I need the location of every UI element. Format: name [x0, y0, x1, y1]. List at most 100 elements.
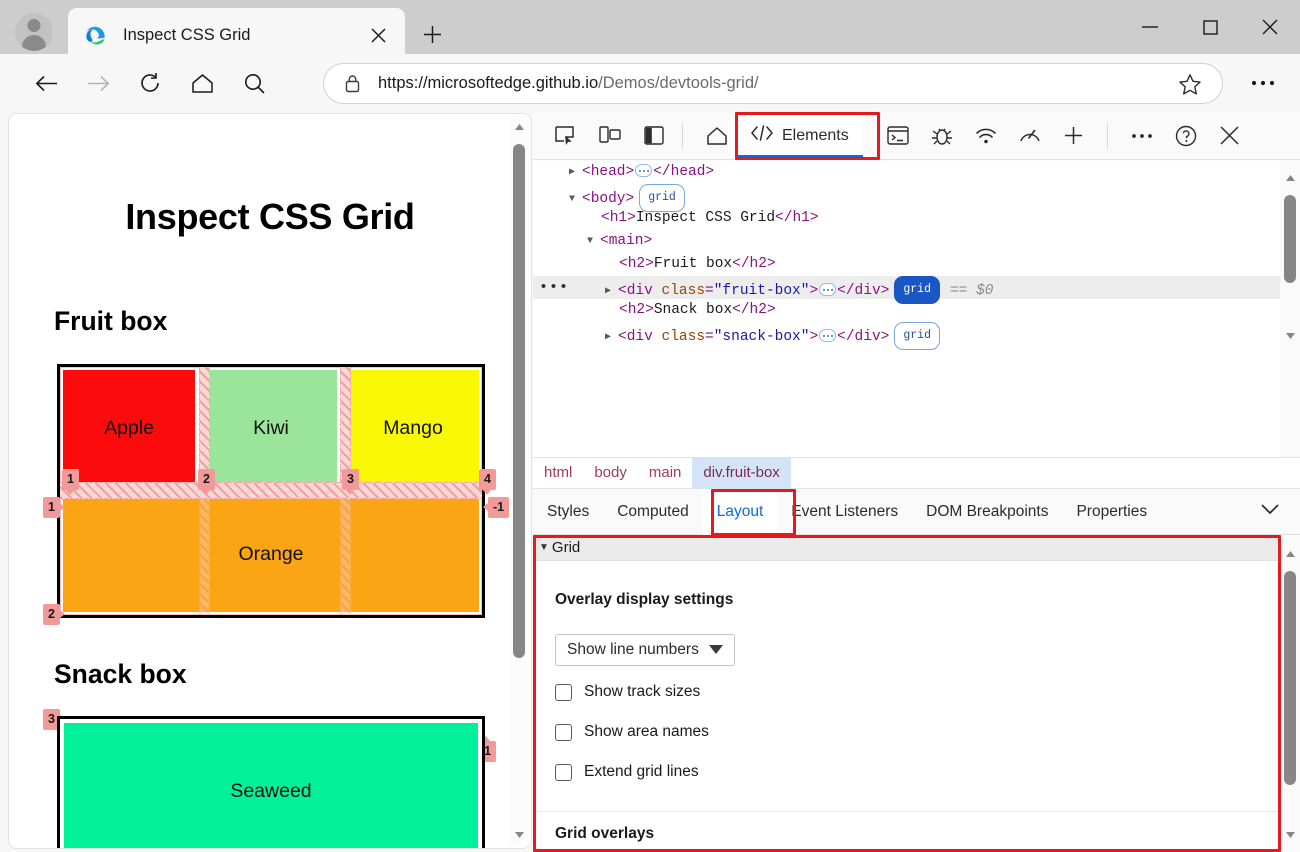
checkbox-show-area-names[interactable]	[555, 723, 572, 741]
new-tab-button[interactable]	[415, 17, 449, 51]
ellipsis-badge-icon[interactable]	[819, 329, 837, 342]
close-icon[interactable]	[1240, 0, 1300, 54]
dock-side-icon[interactable]	[635, 117, 673, 155]
add-tool-icon[interactable]	[1055, 117, 1093, 155]
fruit-box-heading: Fruit box	[54, 306, 168, 336]
lock-icon	[344, 74, 364, 94]
dom-row-div-snack-box[interactable]: ▶ <div class="snack-box"> </div> grid	[533, 322, 1300, 350]
dom-row-main[interactable]: ▼ <main>	[533, 230, 1300, 253]
ellipsis-badge-icon[interactable]	[819, 283, 837, 296]
dom-tag-h1-close: </h1>	[775, 210, 819, 226]
debugger-icon[interactable]	[923, 117, 961, 155]
dom-tag-div-close-2: </div>	[837, 329, 890, 345]
checkbox-row-show-track-sizes[interactable]: Show track sizes	[555, 683, 700, 701]
line-label-dropdown[interactable]: Show line numbers	[555, 634, 735, 666]
checkbox-show-track-sizes[interactable]	[555, 683, 572, 701]
page-title: Inspect CSS Grid	[125, 196, 415, 237]
dom-tag-body-open: <body>	[582, 191, 635, 207]
grid-line-number-row-2: 2	[43, 604, 65, 625]
maximize-icon[interactable]	[1180, 0, 1240, 54]
tab-layout[interactable]: Layout	[702, 488, 778, 535]
help-icon[interactable]	[1167, 117, 1205, 155]
grid-panel-scrollbar[interactable]	[1280, 535, 1300, 852]
checkbox-extend-grid-lines[interactable]	[555, 763, 572, 781]
devtools-panel: Elements ▶ <head> </head> ▼ <body> grid …	[533, 112, 1300, 852]
dom-row-div-fruit-box[interactable]: ••• ▶ <div class="fruit-box"> </div> grid == …	[533, 276, 1300, 304]
tab-dom-breakpoints[interactable]: DOM Breakpoints	[912, 489, 1062, 535]
scroll-up-arrow-icon[interactable]	[509, 116, 529, 138]
breadcrumb-item-html[interactable]: html	[533, 457, 583, 489]
dom-row-body[interactable]: ▼ <body> grid	[533, 184, 1300, 212]
dom-row-h1[interactable]: <h1>Inspect CSS Grid</h1>	[533, 207, 1300, 230]
chevron-right-icon[interactable]: ▶	[605, 326, 618, 349]
avatar	[15, 13, 53, 51]
scroll-down-arrow-icon[interactable]	[1280, 824, 1300, 846]
page-scrollbar[interactable]	[509, 116, 529, 846]
grid-panel-scrollbar-thumb[interactable]	[1284, 571, 1296, 785]
chevron-down-icon[interactable]: ▼	[539, 542, 549, 553]
dom-tree-scrollbar[interactable]	[1280, 161, 1300, 457]
star-icon[interactable]	[1178, 73, 1202, 97]
profile-button[interactable]	[12, 10, 56, 54]
grid-cell-kiwi: Kiwi	[205, 370, 337, 486]
dom-tree-scrollbar-thumb[interactable]	[1284, 195, 1296, 283]
content-area: Inspect CSS Grid Fruit box Apple Kiwi Ma…	[0, 112, 1300, 852]
dom-tag-h2b-open: <h2>	[619, 302, 654, 318]
minimize-icon[interactable]	[1120, 0, 1180, 54]
more-tools-icon[interactable]	[1123, 117, 1161, 155]
dom-tree[interactable]: ▶ <head> </head> ▼ <body> grid <h1>Inspect C…	[533, 161, 1300, 457]
address-bar[interactable]: https://microsoftedge.github.io/Demos/de…	[323, 63, 1223, 104]
tab-styles[interactable]: Styles	[533, 489, 603, 535]
close-devtools-icon[interactable]	[1211, 117, 1249, 155]
network-icon[interactable]	[967, 117, 1005, 155]
grid-cell-orange: Orange	[63, 496, 479, 612]
page-scrollbar-thumb[interactable]	[513, 144, 525, 658]
selected-node-ref: == $0	[949, 283, 994, 299]
scroll-down-arrow-icon[interactable]	[1280, 325, 1300, 347]
browser-more-icon[interactable]	[1244, 71, 1282, 95]
home-icon[interactable]	[182, 63, 222, 103]
grid-line-number-col-4: 4	[479, 469, 496, 494]
tab-computed[interactable]: Computed	[603, 489, 703, 535]
chevron-right-icon[interactable]: ▶	[569, 161, 582, 184]
back-arrow-icon[interactable]	[26, 63, 66, 103]
search-icon[interactable]	[234, 63, 274, 103]
chevron-down-icon[interactable]: ▼	[587, 230, 600, 253]
scroll-down-arrow-icon[interactable]	[509, 824, 529, 846]
performance-icon[interactable]	[1011, 117, 1049, 155]
checkbox-row-extend-grid-lines[interactable]: Extend grid lines	[555, 763, 699, 781]
dom-attr-eq: =	[705, 283, 714, 299]
breadcrumb-item-main[interactable]: main	[638, 457, 693, 489]
tab-properties[interactable]: Properties	[1062, 489, 1161, 535]
navigation-toolbar: https://microsoftedge.github.io/Demos/de…	[0, 54, 1300, 112]
grid-line-number-col-2: 2	[198, 469, 215, 494]
tab-elements[interactable]: Elements	[736, 113, 863, 158]
scroll-up-arrow-icon[interactable]	[1280, 167, 1300, 189]
dom-row-h2-snack[interactable]: <h2>Snack box</h2>	[533, 299, 1300, 322]
dom-tag-head-open: <head>	[582, 164, 635, 180]
console-icon[interactable]	[879, 117, 917, 155]
web-page-body: Inspect CSS Grid Fruit box Apple Kiwi Ma…	[9, 114, 531, 848]
grid-badge-snack-box[interactable]: grid	[894, 322, 940, 350]
grid-section-header[interactable]: ▼ Grid	[533, 535, 1280, 561]
breadcrumb-item-div-fruit-box[interactable]: div.fruit-box	[692, 457, 791, 489]
close-tab-icon[interactable]	[365, 22, 391, 48]
ellipsis-badge-icon[interactable]	[635, 164, 653, 177]
devtools-toolbar: Elements	[533, 112, 1300, 160]
dom-row-head[interactable]: ▶ <head> </head>	[533, 161, 1300, 184]
dom-row-h2-fruit[interactable]: <h2>Fruit box</h2>	[533, 253, 1300, 276]
scroll-up-arrow-icon[interactable]	[1280, 543, 1300, 565]
reload-icon[interactable]	[130, 63, 170, 103]
device-emulation-icon[interactable]	[591, 117, 629, 155]
row-more-icon[interactable]: •••	[539, 276, 569, 299]
chevron-down-icon[interactable]	[1260, 502, 1280, 520]
home-icon[interactable]	[698, 117, 736, 155]
tab-event-listeners[interactable]: Event Listeners	[777, 489, 912, 535]
inspect-element-icon[interactable]	[547, 117, 585, 155]
dom-tag-head-close: </head>	[653, 164, 715, 180]
checkbox-row-show-area-names[interactable]: Show area names	[555, 723, 709, 741]
web-page-viewport: Inspect CSS Grid Fruit box Apple Kiwi Ma…	[8, 113, 532, 849]
breadcrumb-item-body[interactable]: body	[583, 457, 638, 489]
grid-line-number-row--1: -1	[482, 497, 510, 518]
url-host: https://microsoftedge.github.io	[378, 74, 599, 92]
